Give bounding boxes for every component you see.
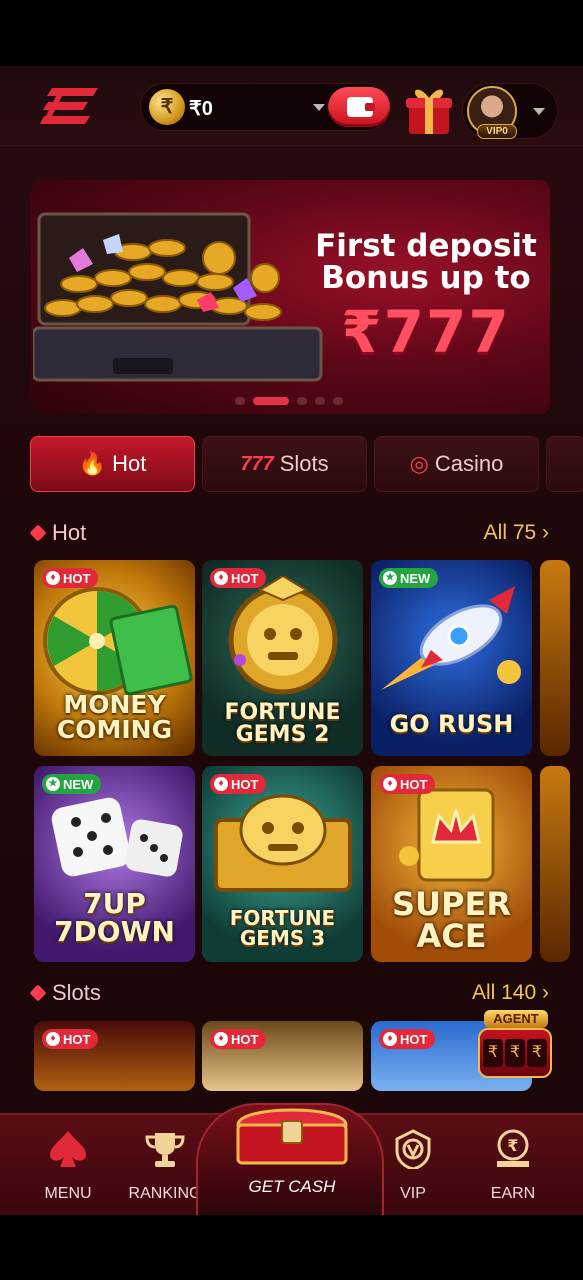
game-title: SUPER ACE <box>392 885 511 955</box>
hot-badge: ♦ HOT <box>42 1029 99 1049</box>
balance-amount: ₹0 <box>189 98 213 120</box>
nav-menu[interactable]: MENU <box>18 1115 118 1215</box>
agent-floating-button[interactable]: AGENT ₹ ₹ ₹ <box>474 1010 574 1086</box>
diamond-bullet-icon <box>29 984 47 1002</box>
game-card-partial[interactable] <box>540 766 570 962</box>
nav-get-cash[interactable]: GET CASH <box>196 1103 384 1215</box>
rupee-coin-icon: ₹ <box>149 89 185 125</box>
golden-idol-icon <box>228 576 338 695</box>
star-icon: ★ <box>383 571 397 585</box>
tab-hot[interactable]: 🔥 Hot <box>30 436 195 492</box>
section-title-slots: Slots <box>29 980 101 1006</box>
profile-button[interactable]: VIP0 <box>462 83 558 139</box>
hot-badge: ♦ HOT <box>379 1029 436 1049</box>
game-card-super-ace[interactable]: ♦ HOT SUPER ACE <box>371 766 532 962</box>
flame-icon: ♦ <box>214 571 228 585</box>
carousel-dot-active[interactable] <box>253 397 289 405</box>
slot-card[interactable]: ♦ HOT <box>34 1021 195 1091</box>
nav-earn[interactable]: ₹ EARN <box>463 1115 563 1215</box>
new-badge: ★ NEW <box>42 774 102 794</box>
view-all-label: All 140 <box>471 981 537 1004</box>
tab-casino[interactable]: ◎ Casino <box>374 436 539 492</box>
status-bar-area <box>0 0 583 66</box>
view-all-hot-link[interactable]: All 75 › <box>484 521 549 545</box>
coin-briefcase-image <box>33 212 323 382</box>
wallet-icon <box>347 97 375 117</box>
main-screen: ₹ ₹0 VIP0 First deposit Bonus up to ₹777… <box>0 66 583 1215</box>
vip-level-badge: VIP0 <box>477 124 517 139</box>
tab-label: Hot <box>112 451 147 476</box>
view-all-slots-link[interactable]: All 140 › <box>472 981 549 1005</box>
flame-icon: ♦ <box>214 1032 228 1046</box>
game-card-partial[interactable] <box>540 560 570 756</box>
tab-more[interactable] <box>546 436 583 492</box>
carousel-dots <box>235 396 343 406</box>
carousel-dot[interactable] <box>235 397 245 405</box>
section-title-hot: Hot <box>29 520 87 546</box>
flame-icon: ♦ <box>46 1032 60 1046</box>
slot-card[interactable]: ♦ HOT <box>202 1021 363 1091</box>
promo-banner[interactable]: First deposit Bonus up to ₹777 <box>31 180 550 414</box>
tab-slots[interactable]: 777 Slots <box>202 436 367 492</box>
gift-icon[interactable] <box>404 84 454 136</box>
slot-machine-icon: ₹ ₹ ₹ <box>478 1028 552 1078</box>
chips-icon: ◎ <box>409 451 429 476</box>
brand-logo[interactable] <box>40 86 100 126</box>
chevron-down-icon <box>533 108 545 115</box>
new-badge: ★ NEW <box>379 568 439 588</box>
banner-amount: ₹777 <box>341 298 511 366</box>
flame-icon: ♦ <box>383 1032 397 1046</box>
star-icon: ★ <box>46 777 60 791</box>
cash-stack-icon <box>108 603 194 697</box>
view-all-label: All 75 <box>483 521 537 544</box>
carousel-dot[interactable] <box>333 397 343 405</box>
hot-badge: ♦ HOT <box>210 774 267 794</box>
hot-badge: ♦ HOT <box>210 568 267 588</box>
carousel-dot[interactable] <box>315 397 325 405</box>
card-crown-icon <box>399 788 495 882</box>
golden-mask-icon <box>214 794 352 892</box>
rupee-earn-icon: ₹ <box>497 1129 529 1167</box>
game-title: FORTUNE GEMS 3 <box>229 906 336 950</box>
game-card-fortune-gems-2[interactable]: ♦ HOT FORTUNE GEMS 2 <box>202 560 363 756</box>
flame-icon: 🔥 <box>78 451 107 476</box>
dice-icon <box>51 797 183 877</box>
balance-pill[interactable]: ₹ ₹0 <box>140 83 390 131</box>
app-root: ₹ ₹0 VIP0 First deposit Bonus up to ₹777… <box>0 0 583 1280</box>
category-tabs: 🔥 Hot 777 Slots ◎ Casino <box>30 436 583 492</box>
treasure-chest-icon <box>236 1108 348 1165</box>
flame-icon: ♦ <box>46 571 60 585</box>
game-card-go-rush[interactable]: ★ NEW GO RUSH <box>371 560 532 756</box>
banner-title: First deposit Bonus up to <box>315 228 537 296</box>
vip-shield-icon <box>395 1129 431 1169</box>
game-card-7up-7down[interactable]: ★ NEW 7UP 7DOWN <box>34 766 195 962</box>
flame-icon: ♦ <box>214 777 228 791</box>
tab-label: Casino <box>434 451 504 476</box>
game-title: FORTUNE GEMS 2 <box>224 700 341 747</box>
rocket-icon <box>381 586 521 690</box>
wallet-button[interactable] <box>328 87 390 127</box>
chevron-down-icon[interactable] <box>313 104 325 111</box>
game-title: 7UP 7DOWN <box>54 887 175 948</box>
game-title: GO RUSH <box>389 710 514 738</box>
agent-label: AGENT <box>484 1010 548 1028</box>
hot-badge: ♦ HOT <box>42 568 99 588</box>
flame-icon: ♦ <box>383 777 397 791</box>
spade-icon <box>50 1131 86 1167</box>
game-title: MONEY COMING <box>56 690 173 744</box>
top-header: ₹ ₹0 VIP0 <box>0 66 583 146</box>
diamond-bullet-icon <box>29 524 47 542</box>
section-title-text: Slots <box>52 980 101 1005</box>
carousel-dot[interactable] <box>297 397 307 405</box>
hot-badge: ♦ HOT <box>210 1029 267 1049</box>
section-title-text: Hot <box>52 520 87 545</box>
system-nav-area <box>0 1215 583 1280</box>
game-card-money-coming[interactable]: ♦ HOT MONEY COMING <box>34 560 195 756</box>
777-icon: 777 <box>240 452 274 475</box>
svg-text:₹: ₹ <box>507 1136 518 1155</box>
game-card-fortune-gems-3[interactable]: ♦ HOT FORTUNE GEMS 3 <box>202 766 363 962</box>
tab-label: Slots <box>279 451 329 476</box>
trophy-icon <box>145 1133 185 1167</box>
hot-badge: ♦ HOT <box>379 774 436 794</box>
